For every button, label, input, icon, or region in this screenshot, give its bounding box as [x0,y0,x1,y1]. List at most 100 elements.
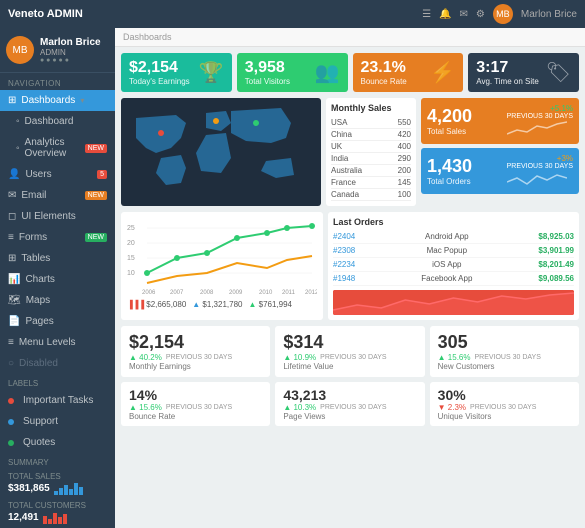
avatar[interactable]: MB [493,4,513,24]
sales-mini-chart [54,481,83,495]
time-value: 3:17 [476,59,539,77]
country-usa: USA [331,118,347,127]
total-orders-value: 1,430 [427,156,472,177]
indicator-3-icon: ▲ [248,300,256,309]
orders-wave-chart [507,170,567,188]
analytics-icon: ◦ [16,143,20,154]
forms-icon: ≡ [8,232,14,243]
total-sales-trend: +5.1% PREVIOUS 30 DAYS [507,104,573,138]
sidebar-item-pages[interactable]: 📄 Pages [0,311,115,332]
time-label: Avg. Time on Site [476,77,539,86]
total-orders-info: 1,430 Total Orders [427,156,472,186]
footer-unique-value: 30% [438,387,571,403]
sidebar-item-dashboards[interactable]: ⊞ Dashboards ▾ [0,90,115,111]
svg-text:15: 15 [127,255,135,262]
tables-label: Tables [21,253,50,264]
sidebar-item-users[interactable]: 👤 Users 5 [0,164,115,185]
svg-text:2012: 2012 [305,290,317,296]
order-row-2: #2308 Mac Popup $3,901.99 [333,244,574,258]
menulevels-label: Menu Levels [19,337,76,348]
sidebar: MB Marlon Brice ADMIN ● ● ● ● ● Navigati… [0,28,115,528]
sidebar-userinfo: Marlon Brice ADMIN ● ● ● ● ● [40,37,101,64]
stat-bounce: 23.1% Bounce Rate ⚡ [353,53,464,92]
indicator-3: ▲ $761,994 [248,300,292,309]
visitors-label: Total Visitors [245,77,290,86]
country-australia: Australia [331,166,362,175]
footer-bounce-trend: ▲ 15.6% [129,403,162,412]
country-uk: UK [331,142,342,151]
sidebar-label-support[interactable]: Support [0,411,115,432]
footer-unique-label: Unique Visitors [438,412,571,421]
summary-customers-label: TOTAL CUSTOMERS [8,501,107,510]
footer-stat-bounce: 14% ▲ 15.6% PREVIOUS 30 DAYS Bounce Rate [121,382,270,426]
sidebar-item-menulevels[interactable]: ≡ Menu Levels [0,332,115,353]
sidebar-item-tables[interactable]: ⊞ Tables [0,248,115,269]
sales-row-canada: Canada 100 [331,189,411,201]
order-id-1: #2404 [333,232,355,241]
sidebar-item-disabled: ○ Disabled [0,353,115,374]
stat-time: 3:17 Avg. Time on Site 🏷 [468,53,579,92]
order-id-2: #2308 [333,246,355,255]
pages-label: Pages [25,316,53,327]
monthly-earnings-value: $2,154 [129,332,262,353]
sidebar-label-important[interactable]: Important Tasks [0,390,115,411]
nav-label: Navigation [0,73,115,90]
bottom-stats-row: $2,154 ▲ 40.2% PREVIOUS 30 DAYS Monthly … [121,326,579,377]
summary-total-sales: TOTAL SALES $381,865 [0,469,115,498]
quotes-dot [8,440,14,446]
footer-pageviews-trend-row: ▲ 10.3% PREVIOUS 30 DAYS [283,403,416,412]
country-france: France [331,178,356,187]
summary-sales-value: $381,865 [8,483,50,494]
sidebar-item-charts[interactable]: 📊 Charts [0,269,115,290]
total-orders-trend: +3% PREVIOUS 30 DAYS [507,154,573,188]
top-bar: Veneto ADMIN ☰ 🔔 ✉ ⚙ MB Marlon Brice [0,0,585,28]
trophy-icon: 🏆 [199,60,224,85]
order-amount-4: $9,089.56 [538,274,574,283]
order-amount-3: $8,201.49 [538,260,574,269]
bottom-stat-lifetime: $314 ▲ 10.9% PREVIOUS 30 DAYS Lifetime V… [275,326,424,377]
sidebar-item-forms[interactable]: ≡ Forms NEW [0,227,115,248]
order-amount-2: $3,901.99 [538,246,574,255]
visitors-value: 3,958 [245,59,290,77]
sidebar-item-email[interactable]: ✉ Email NEW [0,185,115,206]
bounce-value: 23.1% [361,59,407,77]
users-badge: 5 [97,170,107,179]
sidebar-item-analytics[interactable]: ◦ Analytics Overview NEW [0,132,115,164]
users-icon: 👤 [8,169,20,180]
settings-icon[interactable]: ⚙ [476,9,485,20]
country-india: India [331,154,348,163]
mail-icon[interactable]: ✉ [460,9,468,20]
notification-icon[interactable]: 🔔 [439,9,451,20]
svg-text:2007: 2007 [170,290,184,296]
charts-label: Charts [25,274,54,285]
total-sales-label: Total Sales [427,127,472,136]
support-label: Support [23,416,58,427]
world-map-svg [126,103,316,193]
new-badge: NEW [85,144,107,153]
value-china: 420 [398,130,411,139]
svg-text:2008: 2008 [200,290,214,296]
sidebar-item-ui[interactable]: ◻ UI Elements [0,206,115,227]
ui-label: UI Elements [21,211,75,222]
total-sales-info: 4,200 Total Sales [427,106,472,136]
total-orders-trend-value: +3% [507,154,573,163]
sidebar-item-dashboard[interactable]: ◦ Dashboard [0,111,115,132]
sidebar-item-maps[interactable]: 🗺 Maps [0,290,115,311]
maps-icon: 🗺 [8,295,21,306]
username-top: Marlon Brice [521,9,577,20]
sidebar-label-quotes[interactable]: Quotes [0,432,115,453]
disabled-label: Disabled [19,358,58,369]
indicator-1: ▐▐▐ $2,665,080 [127,300,186,309]
value-canada: 100 [398,190,411,199]
order-row-1: #2404 Android App $8,925.03 [333,230,574,244]
monthly-earnings-label: Monthly Earnings [129,362,262,371]
order-name-4: Facebook App [355,274,538,283]
customers-value: 305 [438,332,571,353]
footer-bounce-trend-row: ▲ 15.6% PREVIOUS 30 DAYS [129,403,262,412]
dashboards-icon: ⊞ [8,95,16,106]
dashboard-icon: ◦ [16,116,20,127]
charts-icon: 📊 [8,274,20,285]
menu-icon[interactable]: ☰ [422,9,431,20]
lifetime-trend-row: ▲ 10.9% PREVIOUS 30 DAYS [283,353,416,362]
pages-icon: 📄 [8,316,20,327]
